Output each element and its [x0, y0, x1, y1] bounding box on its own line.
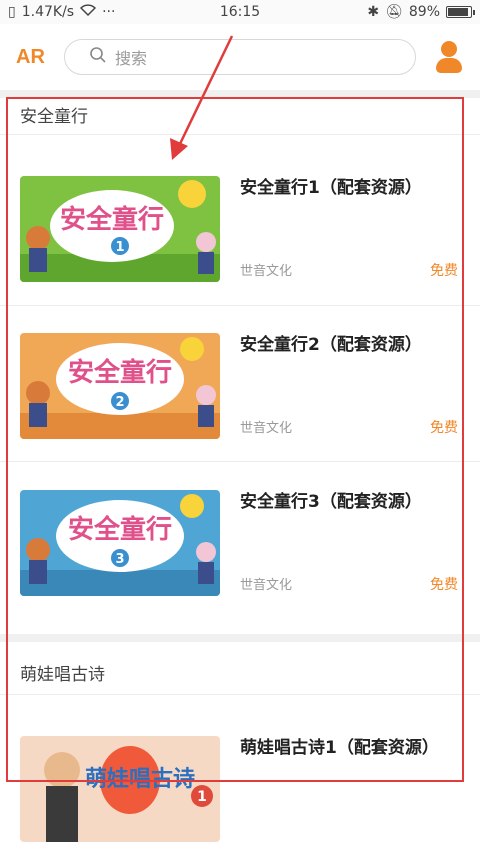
thumb-title: 安全童行 — [68, 514, 172, 545]
resource-thumbnail: 安全童行 3 — [20, 490, 220, 596]
thumb-title: 安全童行 — [60, 204, 164, 235]
section-separator — [0, 634, 480, 642]
section-title: 萌娃唱古诗 — [20, 665, 105, 685]
list-item[interactable]: 安全童行 2 安全童行2（配套资源） 世音文化 免费 — [20, 333, 470, 441]
item-publisher: 世音文化 — [240, 578, 293, 593]
section-title: 安全童行 — [20, 107, 88, 127]
divider — [0, 461, 480, 462]
thumb-number: 2 — [115, 395, 124, 410]
bluetooth-icon: ✱ — [367, 4, 380, 20]
divider — [0, 694, 480, 695]
list-item[interactable]: 安全童行 1 安全童行1（配套资源） 世音文化 免费 — [20, 176, 470, 284]
section-separator — [0, 90, 480, 98]
thumb-number: 3 — [115, 552, 124, 567]
ar-logo[interactable]: AR — [16, 46, 56, 69]
item-price: 免费 — [430, 263, 458, 279]
wifi-icon — [80, 4, 97, 20]
item-publisher: 世音文化 — [240, 421, 293, 436]
search-icon — [89, 46, 107, 68]
item-price: 免费 — [430, 577, 458, 593]
item-title: 安全童行1（配套资源） — [240, 178, 422, 198]
resource-thumbnail: 安全童行 1 — [20, 176, 220, 282]
thumb-title: 萌娃唱古诗 — [85, 766, 195, 792]
item-title: 安全童行3（配套资源） — [240, 492, 422, 512]
clock: 16:15 — [219, 4, 261, 20]
list-item[interactable]: 安全童行 3 安全童行3（配套资源） 世音文化 免费 — [20, 490, 470, 598]
battery-icon — [446, 6, 475, 18]
divider — [0, 305, 480, 306]
sim-icon: ▯ — [8, 4, 16, 20]
divider — [0, 134, 480, 135]
network-speed: 1.47K/s — [21, 4, 75, 20]
thumb-number: 1 — [115, 240, 124, 255]
more-dots: ··· — [102, 4, 116, 20]
item-title: 萌娃唱古诗1（配套资源） — [240, 738, 439, 758]
item-publisher: 世音文化 — [240, 264, 293, 279]
battery-percent: 89% — [408, 4, 440, 20]
search-placeholder: 搜索 — [115, 49, 148, 68]
mute-bell-icon: 🔕︎ — [385, 4, 403, 20]
search-input[interactable]: 搜索 — [64, 39, 416, 75]
user-profile-button[interactable] — [434, 39, 464, 75]
list-item[interactable]: 萌娃唱古诗 1 萌娃唱古诗1（配套资源） — [20, 736, 470, 844]
resource-thumbnail: 安全童行 2 — [20, 333, 220, 439]
item-title: 安全童行2（配套资源） — [240, 335, 422, 355]
item-price: 免费 — [430, 420, 458, 436]
thumb-number: 1 — [197, 789, 207, 805]
status-bar: ▯ 1.47K/s ··· 16:15 ✱ 🔕︎ 89% — [0, 0, 480, 24]
thumb-title: 安全童行 — [68, 357, 172, 388]
resource-thumbnail: 萌娃唱古诗 1 — [20, 736, 220, 842]
top-bar: AR 搜索 — [0, 24, 480, 90]
